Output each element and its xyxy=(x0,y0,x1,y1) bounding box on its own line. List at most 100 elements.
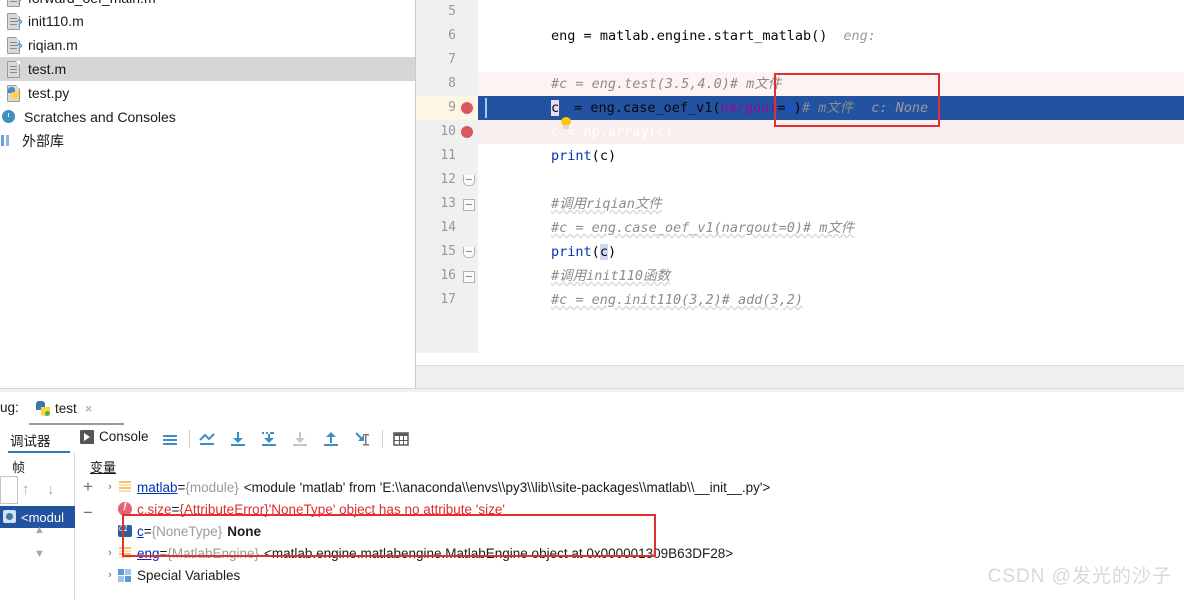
external-libraries-icon xyxy=(0,132,16,150)
console-run-icon xyxy=(80,429,94,444)
step-out-icon[interactable] xyxy=(321,429,341,449)
matlab-file-unknown-icon: ? xyxy=(4,0,23,7)
variable-type: {AttributeError} xyxy=(179,501,269,517)
breakpoint-marker[interactable] xyxy=(461,126,473,138)
tab-debugger[interactable]: 调试器 xyxy=(10,430,51,450)
toolbar-separator xyxy=(382,430,383,448)
variable-name: Special Variables xyxy=(137,567,241,583)
remove-watch-icon[interactable]: − xyxy=(83,504,93,521)
code-line-5[interactable]: eng = matlab.engine.start_matlab() eng: xyxy=(478,0,1184,44)
code-token: = xyxy=(575,28,600,44)
variable-value: <module 'matlab' from 'E:\\anaconda\\env… xyxy=(243,479,771,495)
special-variables-icon xyxy=(117,568,134,582)
matlab-file-unknown-icon: ? xyxy=(4,36,23,54)
code-line-16[interactable]: #c = eng.init110(3,2)# add(3,2) xyxy=(478,264,1184,308)
debug-toolbar[interactable]: 调试器 Console xyxy=(0,425,1184,454)
tree-item-riqian[interactable]: ? riqian.m xyxy=(0,33,415,57)
tree-item-label: init110.m xyxy=(28,13,84,29)
force-step-into-icon[interactable] xyxy=(290,429,310,449)
code-line-15[interactable]: #调用init110函数 xyxy=(478,240,1184,284)
python-file-icon xyxy=(4,84,22,102)
move-up-icon[interactable]: ↑ xyxy=(22,481,30,498)
frames-mini-toolbar[interactable]: ↑ ↓ ▲ ▼ xyxy=(14,476,74,600)
variables-gutter[interactable]: + − xyxy=(75,476,103,600)
fold-marker[interactable] xyxy=(463,175,475,186)
line-number: 7 xyxy=(448,52,456,67)
code-token: eng xyxy=(551,28,576,44)
matlab-file-icon xyxy=(4,60,22,78)
editor-gutter[interactable]: 5 6 7 8 9 10 11 12 13 14 15 16 17 xyxy=(416,0,479,365)
variable-equals: = xyxy=(143,523,152,539)
tree-item-external-libraries[interactable]: 外部库 xyxy=(0,129,415,153)
run-to-cursor-icon[interactable] xyxy=(352,429,372,449)
breakpoint-marker[interactable] xyxy=(461,102,473,114)
evaluate-expression-icon[interactable] xyxy=(391,429,411,449)
variable-row-c[interactable]: c = {NoneType} None xyxy=(103,520,1184,542)
fold-marker[interactable] xyxy=(463,247,475,258)
tree-item-label: 外部库 xyxy=(22,133,64,149)
code-token: ) xyxy=(607,148,617,164)
code-token: print xyxy=(551,148,592,164)
variable-row-matlab[interactable]: › matlab = {module} <module 'matlab' fro… xyxy=(103,476,1184,498)
code-line-13[interactable]: #c = eng.case_oef_v1(nargout=0)# m文件 xyxy=(478,192,1184,236)
line-number: 17 xyxy=(440,292,456,307)
fold-marker[interactable] xyxy=(463,271,475,283)
move-down-icon[interactable]: ↓ xyxy=(47,481,55,498)
line-number: 10 xyxy=(440,124,456,139)
header-variables: 变量 xyxy=(90,460,117,475)
editor-bottom-spacer xyxy=(416,353,1184,365)
scroll-down-icon[interactable]: ▼ xyxy=(34,548,45,560)
error-icon xyxy=(117,501,134,516)
code-token: ( xyxy=(591,148,600,164)
module-icon xyxy=(117,546,134,560)
chevron-right-icon[interactable]: › xyxy=(103,547,117,559)
inlay-hint: eng: xyxy=(843,28,876,44)
tree-item-scratches[interactable]: Scratches and Consoles xyxy=(0,105,415,129)
code-line-14[interactable]: print(c) xyxy=(478,216,1184,260)
code-text-area[interactable]: eng = matlab.engine.start_matlab() eng: #… xyxy=(478,0,1184,365)
debug-session-tab[interactable]: test × xyxy=(36,395,92,422)
tree-item-test-py[interactable]: test.py xyxy=(0,81,415,105)
code-line-9[interactable]: c = np.array(c) xyxy=(478,96,1184,140)
debug-window-label: ug: xyxy=(0,400,19,415)
step-into-icon[interactable] xyxy=(259,429,279,449)
fold-marker[interactable] xyxy=(463,199,475,211)
show-execution-point-icon[interactable] xyxy=(197,429,217,449)
tree-item-label: test.m xyxy=(28,61,67,77)
line-number: 5 xyxy=(448,4,456,19)
code-line-10[interactable]: print(c) xyxy=(478,120,1184,164)
variable-value: <matlab.engine.matlabengine.MatlabEngine… xyxy=(264,545,734,561)
line-number: 14 xyxy=(440,220,456,235)
close-icon[interactable]: × xyxy=(85,401,93,416)
tree-item-label: riqian.m xyxy=(28,37,78,53)
variable-type: {MatlabEngine} xyxy=(167,545,259,561)
code-line-12[interactable]: #调用riqian文件 xyxy=(478,168,1184,212)
variable-row-c-size[interactable]: c.size = {AttributeError} 'NoneType' obj… xyxy=(103,498,1184,520)
scroll-up-icon[interactable]: ▲ xyxy=(34,524,45,536)
project-tree[interactable]: ? forward_oef_main.m ? init110.m ? riqia… xyxy=(0,0,416,388)
variable-value: 'NoneType' object has no attribute 'size… xyxy=(268,501,505,517)
code-line-7[interactable]: #c = eng.test(3.5,4.0)# m文件 xyxy=(478,48,1184,92)
debug-session-tab-label: test xyxy=(55,401,77,416)
variable-type: {module} xyxy=(185,479,239,495)
scratches-icon xyxy=(0,108,18,126)
variable-equals: = xyxy=(159,545,168,561)
tree-item-test-m[interactable]: test.m xyxy=(0,57,415,81)
editor-status-strip xyxy=(416,365,1184,389)
add-watch-icon[interactable]: + xyxy=(83,478,93,495)
tab-console[interactable]: Console xyxy=(80,429,149,444)
mute-breakpoints-icon[interactable] xyxy=(160,429,180,449)
debug-tab-strip[interactable]: ug: test × xyxy=(0,392,1184,426)
chevron-right-icon[interactable]: › xyxy=(103,569,117,581)
csdn-watermark: CSDN @发光的沙子 xyxy=(987,566,1172,587)
code-editor[interactable]: 5 6 7 8 9 10 11 12 13 14 15 16 17 eng = … xyxy=(416,0,1184,365)
code-comment: #c = eng.init110(3,2)# add(3,2) xyxy=(551,292,803,308)
tree-item-label: Scratches and Consoles xyxy=(24,109,176,125)
chevron-right-icon[interactable]: › xyxy=(103,481,117,493)
step-over-icon[interactable] xyxy=(228,429,248,449)
tree-item-init110[interactable]: ? init110.m xyxy=(0,9,415,33)
line-number: 9 xyxy=(448,100,456,115)
variable-equals: = xyxy=(177,479,186,495)
matlab-file-unknown-icon: ? xyxy=(4,12,23,30)
code-line-8[interactable]: c = eng.case_oef_v1(nargout=0)# m文件 c: Non… xyxy=(478,72,1184,129)
